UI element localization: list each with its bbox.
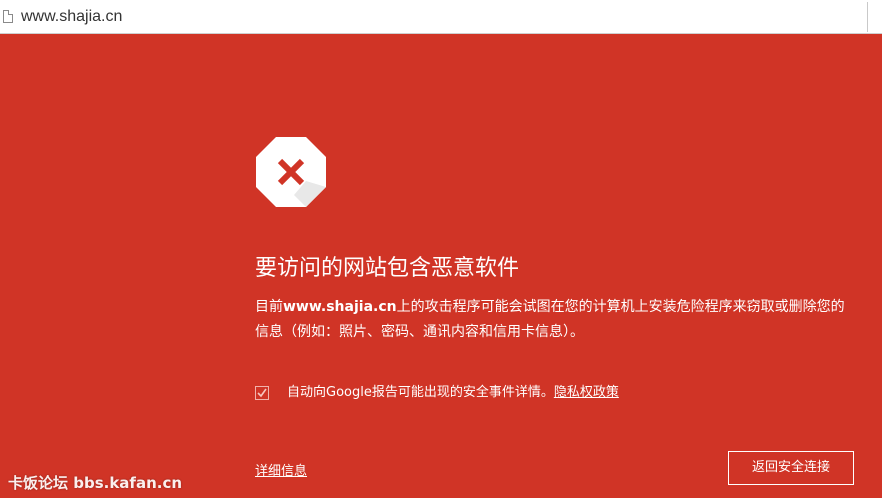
report-checkbox-label: 自动向Google报告可能出现的安全事件详情。隐私权政策 (287, 384, 619, 402)
report-checkbox[interactable] (255, 386, 269, 400)
report-label-text: 自动向Google报告可能出现的安全事件详情。 (287, 385, 554, 400)
address-bar[interactable]: www.shajia.cn (0, 0, 882, 34)
page-icon (3, 10, 13, 23)
url-text[interactable]: www.shajia.cn (21, 8, 122, 26)
checkmark-icon (257, 388, 267, 398)
page-title: 要访问的网站包含恶意软件 (255, 256, 520, 281)
details-link[interactable]: 详细信息 (255, 460, 307, 479)
address-field[interactable] (0, 2, 868, 32)
back-to-safety-button[interactable]: 返回安全连接 (728, 451, 854, 485)
description-site: www.shajia.cn (283, 299, 397, 315)
privacy-policy-link[interactable]: 隐私权政策 (554, 385, 619, 400)
warning-description: 目前www.shajia.cn上的攻击程序可能会试图在您的计算机上安装危险程序来… (255, 295, 855, 345)
description-prefix: 目前 (255, 299, 283, 315)
forum-watermark: 卡饭论坛 bbs.kafan.cn (8, 474, 183, 492)
malware-x-octagon-icon (256, 137, 326, 207)
